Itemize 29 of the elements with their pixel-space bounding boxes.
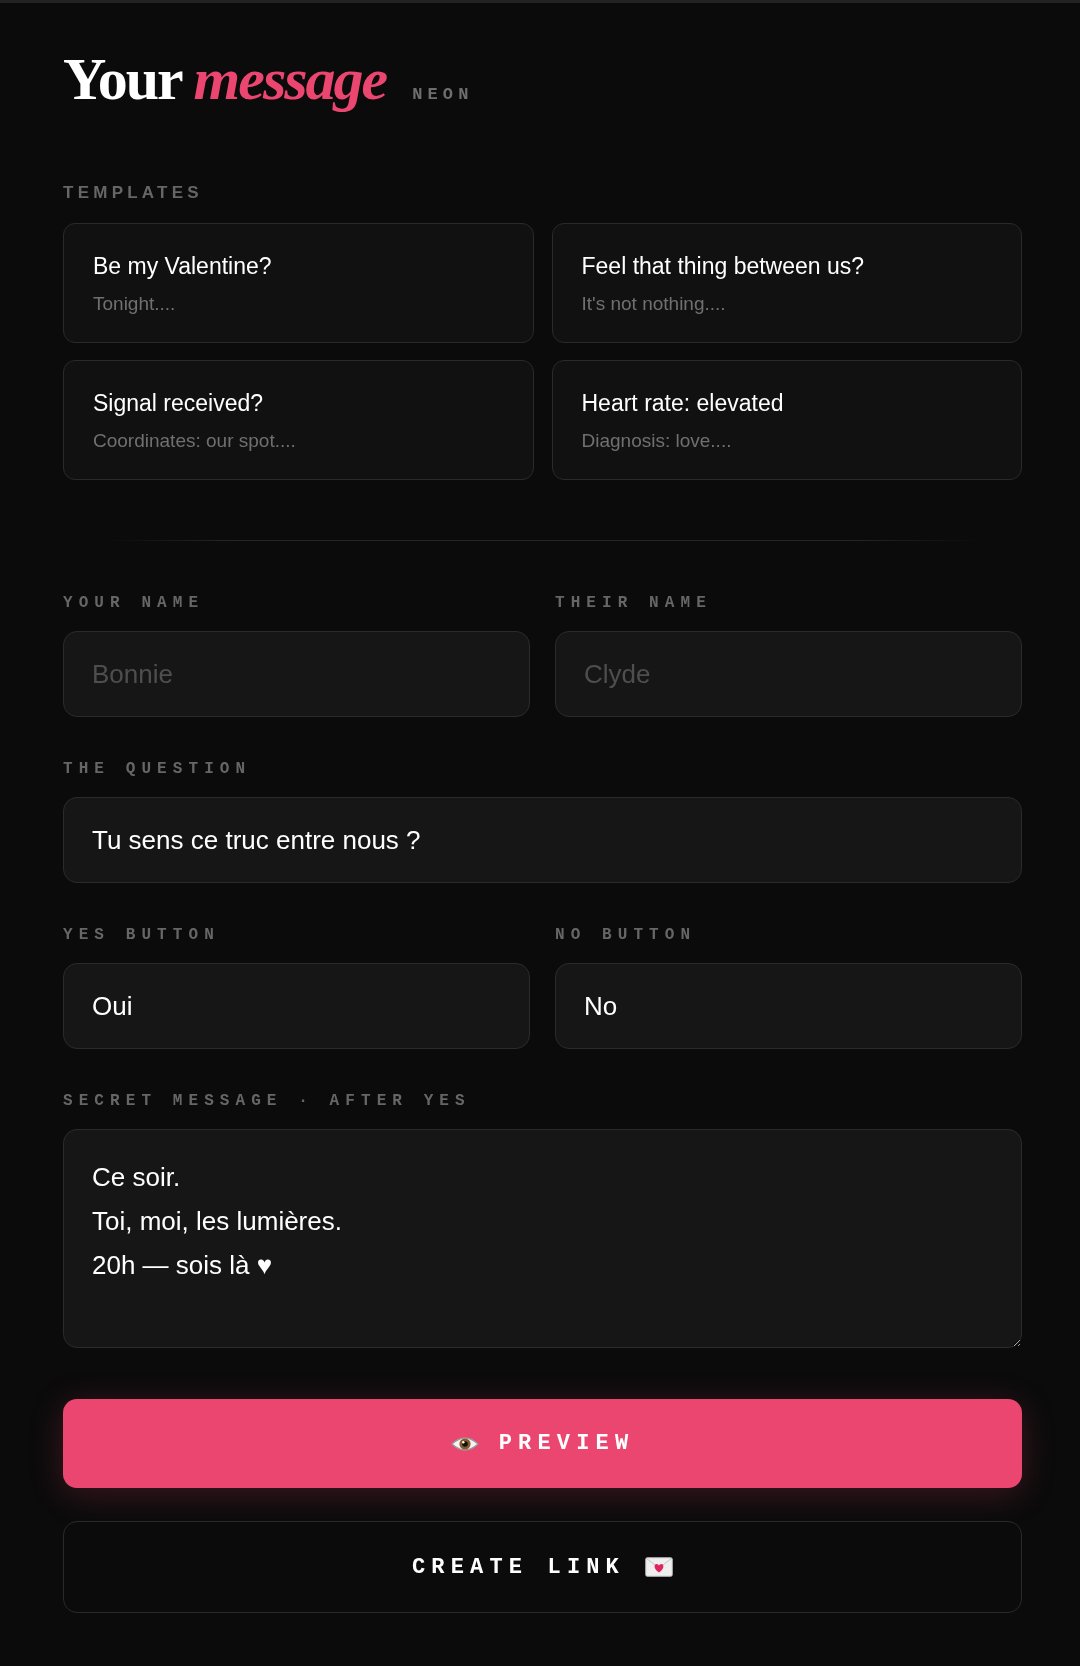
template-preview: Diagnosis: love....	[581, 429, 732, 452]
field-label: NO BUTTON	[555, 925, 698, 945]
template-card[interactable]: Heart rate: elevated Diagnosis: love....	[551, 360, 1022, 480]
field-label: YES BUTTON	[63, 925, 221, 945]
template-title: Feel that thing between us?	[581, 252, 865, 280]
template-title: Be my Valentine?	[93, 252, 272, 280]
field-label: SECRET MESSAGE · AFTER YES	[63, 1091, 472, 1111]
field-label: THE QUESTION	[63, 759, 253, 779]
template-preview: It's not nothing....	[581, 292, 726, 315]
section-label: TEMPLATES	[63, 183, 204, 203]
field-label: THEIR NAME	[555, 593, 713, 613]
input-field[interactable]: Oui	[63, 963, 530, 1049]
template-title: Signal received?	[93, 389, 264, 417]
envelope-icon	[645, 1557, 673, 1577]
template-card[interactable]: Feel that thing between us? It's not nothing....	[551, 223, 1022, 343]
template-card[interactable]: Signal received? Coordinates: our spot....	[63, 360, 534, 480]
template-title: Heart rate: elevated	[581, 389, 784, 417]
template-preview: Coordinates: our spot....	[93, 429, 296, 452]
create-link-button[interactable]: CREATE LINK	[63, 1521, 1022, 1613]
text-area[interactable]: Ce soir. Toi, moi, les lumières. 20h — sois là ♥	[63, 1129, 1022, 1348]
preview-button[interactable]: PREVIEW	[63, 1399, 1022, 1488]
input-field[interactable]: Tu sens ce truc entre nous ?	[63, 797, 1022, 883]
theme-tag: NEON	[412, 82, 474, 108]
template-preview: Tonight....	[93, 292, 176, 315]
input-field[interactable]: Clyde	[555, 631, 1022, 717]
input-field[interactable]: No	[555, 963, 1022, 1049]
field-label: YOUR NAME	[63, 593, 206, 613]
template-card[interactable]: Be my Valentine? Tonight....	[63, 223, 534, 343]
input-field[interactable]: Bonnie	[63, 631, 530, 717]
